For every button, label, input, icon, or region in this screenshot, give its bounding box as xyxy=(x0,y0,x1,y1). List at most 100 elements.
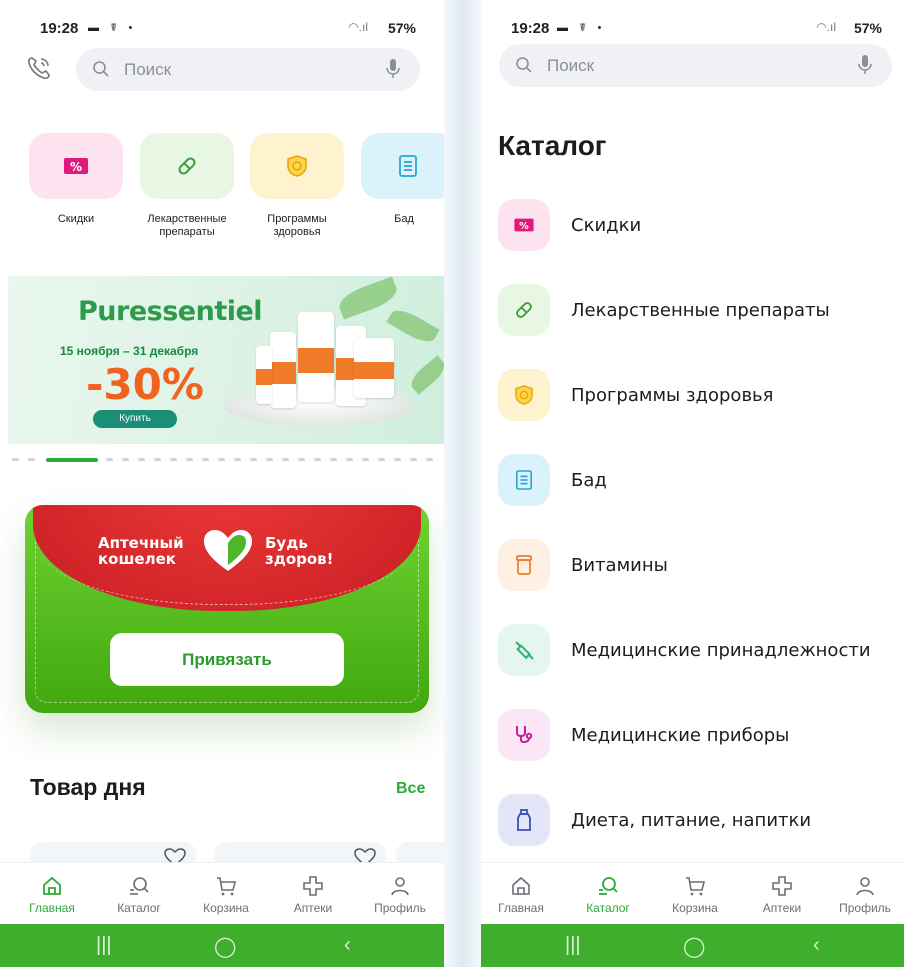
catalog-tile xyxy=(498,624,550,676)
category-medicines[interactable]: Лекарственные препараты xyxy=(139,133,235,239)
category-label: Лекарственные препараты xyxy=(147,213,227,238)
battery-level: 57% xyxy=(387,20,416,36)
search-bar[interactable]: Поиск xyxy=(76,48,420,91)
catalog-item-label: Скидки xyxy=(571,215,642,236)
wallet-title: Аптечный кошелек xyxy=(98,534,184,568)
catalog-item-medicines[interactable]: Лекарственные препараты xyxy=(498,284,898,336)
catalog-tile: % xyxy=(498,199,550,251)
nav-profile[interactable]: Профиль xyxy=(360,875,440,915)
promo-banner[interactable]: Puressentiel 15 ноября – 31 декабря -30%… xyxy=(8,276,444,444)
pill-icon xyxy=(516,302,532,318)
product-bottle xyxy=(256,346,272,404)
bottle-icon xyxy=(517,809,531,831)
home-system-button[interactable]: ◯ xyxy=(214,934,236,959)
recent-apps-button[interactable]: ||| xyxy=(565,934,581,957)
catalog-icon xyxy=(599,877,618,895)
microphone-icon[interactable] xyxy=(386,58,400,80)
catalog-tile xyxy=(498,369,550,421)
discount-icon: % xyxy=(64,158,88,174)
discount-icon: % xyxy=(514,218,534,232)
back-system-button[interactable]: ‹ xyxy=(813,934,820,957)
heart-logo-icon xyxy=(204,530,252,571)
notification-icons: ▬ ☤ • xyxy=(557,22,606,34)
catalog-tile xyxy=(498,454,550,506)
system-navigation-bar: ||| ◯ ‹ xyxy=(481,924,904,967)
nav-pharmacies[interactable]: Аптеки xyxy=(742,875,822,915)
category-health-programs[interactable]: Программы здоровья xyxy=(249,133,345,239)
svg-text:%: % xyxy=(519,221,529,232)
recent-apps-button[interactable]: ||| xyxy=(96,934,112,957)
catalog-item-label: Витамины xyxy=(571,555,668,576)
category-supplements[interactable]: Бад xyxy=(360,133,444,226)
pill-icon xyxy=(178,157,196,175)
search-icon xyxy=(516,57,532,73)
bind-button[interactable]: Привязать xyxy=(110,633,344,686)
phone-call-icon[interactable] xyxy=(24,53,54,83)
search-placeholder: Поиск xyxy=(547,56,595,75)
brand-logo: Puressentiel xyxy=(78,296,263,327)
catalog-item-vitamins[interactable]: Витамины xyxy=(498,539,898,591)
nav-profile[interactable]: Профиль xyxy=(829,875,901,915)
signal-icon: ◠.ıl xyxy=(816,20,836,34)
shield-icon xyxy=(515,385,533,405)
profile-icon xyxy=(856,877,874,896)
microphone-icon[interactable] xyxy=(858,54,872,76)
nav-cart[interactable]: Корзина xyxy=(655,875,735,915)
see-all-link[interactable]: Все xyxy=(396,780,425,798)
signal-icon: ◠.ıl xyxy=(348,20,368,34)
screen-separator xyxy=(444,0,481,967)
nav-catalog[interactable]: Каталог xyxy=(99,875,179,915)
search-bar[interactable]: Поиск xyxy=(499,44,892,87)
vitamin-jar-icon xyxy=(516,555,532,575)
catalog-item-label: Бад xyxy=(571,470,607,491)
leaf-decoration xyxy=(386,304,440,348)
category-tile xyxy=(140,133,234,199)
nav-pharmacies[interactable]: Аптеки xyxy=(273,875,353,915)
catalog-screen: 19:28 ▬ ☤ • ◠.ıl 57% Поиск Каталог % Ски… xyxy=(481,0,904,967)
catalog-item-discounts[interactable]: % Скидки xyxy=(498,199,898,251)
supplement-icon xyxy=(515,470,533,490)
leaf-decoration xyxy=(406,355,444,395)
pharmacy-wallet-card[interactable]: Аптечный кошелек Будь здоров! Привязать xyxy=(25,505,429,713)
catalog-item-supplements[interactable]: Бад xyxy=(498,454,898,506)
search-placeholder: Поиск xyxy=(124,60,172,79)
catalog-tile xyxy=(498,539,550,591)
status-bar: 19:28 ▬ ☤ • ◠.ıl 57% xyxy=(0,18,444,40)
nav-home[interactable]: Главная xyxy=(481,875,561,915)
product-box xyxy=(354,338,394,398)
catalog-item-diet-nutrition[interactable]: Диета, питание, напитки xyxy=(498,794,898,846)
catalog-tile xyxy=(498,794,550,846)
category-label: Скидки xyxy=(57,213,95,225)
nav-cart[interactable]: Корзина xyxy=(186,875,266,915)
promo-dates: 15 ноября – 31 декабря xyxy=(60,344,199,358)
catalog-icon xyxy=(130,877,149,895)
catalog-item-health-programs[interactable]: Программы здоровья xyxy=(498,369,898,421)
cart-icon xyxy=(686,877,706,896)
notification-icons: ▬ ☤ • xyxy=(88,22,137,34)
status-time: 19:28 xyxy=(511,20,550,37)
bottom-navigation: Главная Каталог Корзина Аптеки Профиль xyxy=(481,862,904,924)
category-label: Программы здоровья xyxy=(267,213,327,238)
wallet-slogan: Будь здоров! xyxy=(265,534,334,568)
catalog-item-label: Лекарственные препараты xyxy=(571,300,830,321)
home-icon xyxy=(512,876,530,895)
page-title: Каталог xyxy=(498,130,607,161)
system-navigation-bar: ||| ◯ ‹ xyxy=(0,924,444,967)
catalog-item-label: Медицинские принадлежности xyxy=(571,640,871,661)
catalog-item-medical-supplies[interactable]: Медицинские принадлежности xyxy=(498,624,898,676)
nav-catalog[interactable]: Каталог xyxy=(568,875,648,915)
shield-icon xyxy=(287,155,307,177)
category-discounts[interactable]: % Скидки xyxy=(28,133,124,226)
catalog-item-label: Медицинские приборы xyxy=(571,725,790,746)
pharmacy-icon xyxy=(772,876,792,896)
nav-home[interactable]: Главная xyxy=(12,875,92,915)
stethoscope-icon xyxy=(516,726,533,744)
home-icon xyxy=(43,876,61,895)
back-system-button[interactable]: ‹ xyxy=(344,934,351,957)
bottom-navigation: Главная Каталог Корзина Аптеки Профиль xyxy=(0,862,444,924)
cart-icon xyxy=(217,877,237,896)
catalog-item-medical-devices[interactable]: Медицинские приборы xyxy=(498,709,898,761)
buy-button[interactable]: Купить xyxy=(93,410,177,428)
home-system-button[interactable]: ◯ xyxy=(683,934,705,959)
promo-discount: -30% xyxy=(86,360,204,409)
